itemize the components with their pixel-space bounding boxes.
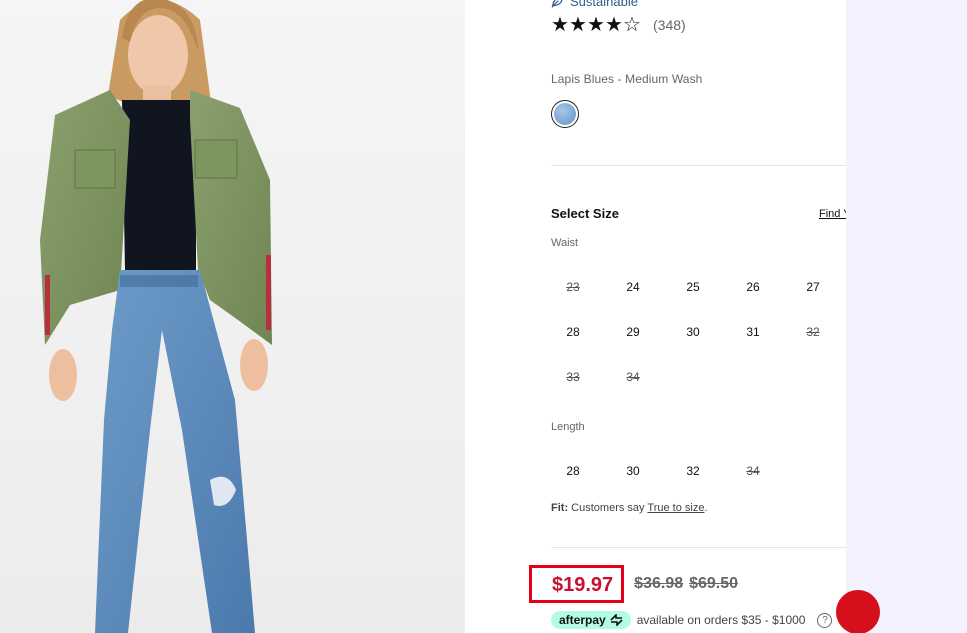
- original-price: $69.50: [689, 575, 739, 592]
- waist-size-option[interactable]: 34: [603, 354, 663, 399]
- rating-row[interactable]: ★ ★ ★ ★ ☆ (348): [551, 15, 686, 35]
- waist-size-option[interactable]: 29: [603, 309, 663, 354]
- fit-label: Fit:: [551, 502, 569, 514]
- rating-count[interactable]: (348): [653, 17, 686, 33]
- side-panel: [846, 0, 967, 633]
- waist-size-option[interactable]: 25: [663, 264, 723, 309]
- waist-label: Waist: [551, 237, 579, 249]
- star-full-icon: ★: [569, 14, 588, 36]
- star-half-icon: ★: [605, 14, 624, 36]
- fit-info: Fit: Customers say True to size.: [551, 502, 708, 514]
- waist-size-grid: 23 24 25 26 27 28 29 30 31 32 33 34: [543, 264, 843, 399]
- afterpay-arrows-icon: [610, 614, 623, 626]
- length-label: Length: [551, 421, 585, 433]
- color-swatch-selected[interactable]: [551, 100, 579, 128]
- length-size-option[interactable]: 32: [663, 448, 723, 493]
- length-size-option[interactable]: 28: [543, 448, 603, 493]
- chat-button[interactable]: [836, 590, 880, 633]
- waist-size-option[interactable]: 27: [783, 264, 843, 309]
- star-full-icon: ★: [587, 14, 606, 36]
- fit-text: Customers say: [571, 502, 645, 514]
- waist-size-option[interactable]: 23: [543, 264, 603, 309]
- fit-suffix: .: [704, 502, 708, 514]
- rating-stars: ★ ★ ★ ★ ☆: [551, 15, 641, 35]
- product-page: Sustainable ★ ★ ★ ★ ☆ (348) Lapis Blues …: [0, 0, 967, 633]
- waist-size-option[interactable]: 30: [663, 309, 723, 354]
- star-empty-icon: ☆: [623, 14, 642, 36]
- find-size-link[interactable]: Find Y: [819, 208, 846, 220]
- price-highlight-box: $19.97: [529, 565, 625, 603]
- product-details-panel: Sustainable ★ ★ ★ ★ ☆ (348) Lapis Blues …: [465, 0, 846, 633]
- leaf-icon: [551, 0, 563, 8]
- prior-price: $36.98: [634, 575, 684, 592]
- fit-link[interactable]: True to size: [647, 502, 704, 514]
- sale-price: $19.97: [552, 574, 614, 596]
- product-image: [0, 0, 465, 633]
- color-swatch: [554, 103, 576, 125]
- sustainable-label: Sustainable: [570, 0, 638, 9]
- waist-size-option[interactable]: 31: [723, 309, 783, 354]
- afterpay-badge: afterpay: [551, 611, 631, 629]
- waist-size-option[interactable]: 32: [783, 309, 843, 354]
- select-size-title: Select Size: [551, 206, 619, 221]
- price-row: $19.97 $36.98 $69.50: [529, 565, 738, 603]
- length-size-option[interactable]: 30: [603, 448, 663, 493]
- divider: [551, 547, 846, 548]
- waist-size-option[interactable]: 28: [543, 309, 603, 354]
- help-icon[interactable]: ?: [817, 612, 833, 628]
- waist-size-option[interactable]: 26: [723, 264, 783, 309]
- length-size-grid: 28 30 32 34: [543, 448, 843, 493]
- length-size-option[interactable]: 34: [723, 448, 783, 493]
- afterpay-info-text: available on orders $35 - $1000: [636, 613, 806, 627]
- model-photo: [0, 0, 465, 633]
- color-name: Lapis Blues - Medium Wash: [551, 72, 703, 86]
- star-full-icon: ★: [551, 14, 570, 36]
- divider: [551, 165, 846, 166]
- waist-size-option[interactable]: 24: [603, 264, 663, 309]
- afterpay-row: afterpay available on orders $35 - $1000…: [551, 611, 833, 629]
- afterpay-text: afterpay: [559, 613, 606, 627]
- sustainable-badge[interactable]: Sustainable: [551, 0, 638, 9]
- waist-size-option[interactable]: 33: [543, 354, 603, 399]
